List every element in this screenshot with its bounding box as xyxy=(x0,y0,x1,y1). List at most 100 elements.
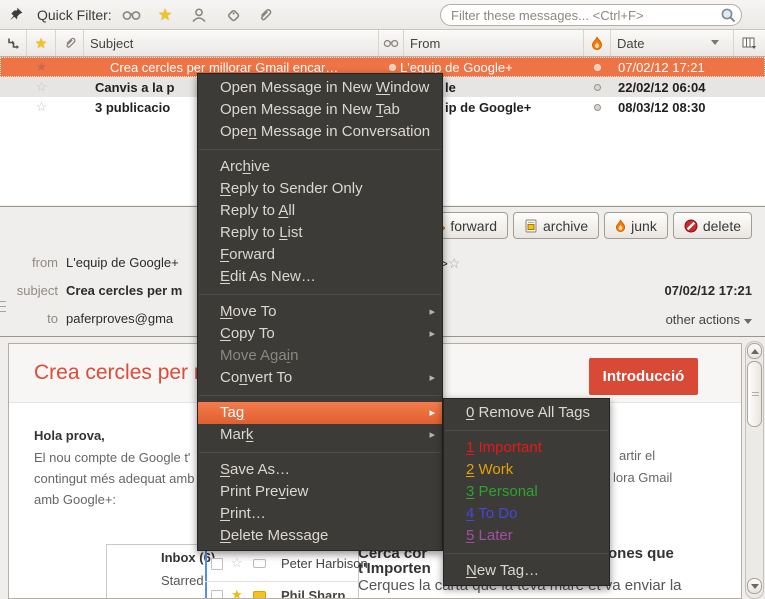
thread-column-headers: ★ Subject From Date xyxy=(0,30,765,57)
menu-item-reply-to-list[interactable]: Reply to List xyxy=(198,222,442,244)
menu-separator xyxy=(199,452,441,453)
thread-date: 07/02/12 17:21 xyxy=(618,60,705,75)
attachment-column-header[interactable] xyxy=(56,30,84,56)
scroll-down-button[interactable] xyxy=(747,578,762,594)
read-indicator-dot[interactable] xyxy=(389,64,396,71)
menu-item-5-later[interactable]: 5 Later xyxy=(444,525,609,547)
menu-item-open-message-in-conversation[interactable]: Open Message in Conversation xyxy=(198,121,442,143)
filter-contact-button[interactable] xyxy=(186,4,212,26)
menu-item-0-remove-all-tags[interactable]: 0 Remove All Tags xyxy=(444,402,609,424)
menu-item-reply-to-all[interactable]: Reply to All xyxy=(198,200,442,222)
email-title: Crea cercles per m xyxy=(34,361,211,385)
scroll-up-button[interactable] xyxy=(747,343,762,359)
star-column-header[interactable]: ★ xyxy=(27,30,56,56)
menu-item-edit-as-new[interactable]: Edit As New… xyxy=(198,266,442,288)
star-toggle-icon[interactable]: ★ xyxy=(27,59,56,75)
email-paragraph-line: amb Google+: xyxy=(34,492,116,507)
menu-item-move-again[interactable]: Move Again xyxy=(198,345,442,367)
read-column-header[interactable] xyxy=(379,30,404,56)
pin-icon[interactable] xyxy=(8,6,24,27)
pane-splitter-grip[interactable] xyxy=(0,299,6,313)
gmail-inbox-label: Inbox (6) xyxy=(161,550,215,565)
archive-button-label: archive xyxy=(543,218,588,234)
menu-item-save-as[interactable]: Save As… xyxy=(198,459,442,481)
thread-from: le xyxy=(445,80,585,95)
menu-item-archive[interactable]: Archive xyxy=(198,156,442,178)
filter-starred-button[interactable]: ★ xyxy=(152,4,178,26)
submenu-arrow-icon: ▸ xyxy=(429,301,435,323)
filter-attachment-button[interactable] xyxy=(252,4,278,26)
menu-item-4-to-do[interactable]: 4 To Do xyxy=(444,503,609,525)
thread-column-header[interactable] xyxy=(0,30,27,56)
thread-date: 08/03/12 08:30 xyxy=(618,100,705,115)
menu-item-copy-to[interactable]: Copy To▸ xyxy=(198,323,442,345)
subject-column-header[interactable]: Subject xyxy=(84,30,379,56)
menu-item-new-tag[interactable]: New Tag… xyxy=(444,560,609,582)
thread-date: 22/02/12 06:04 xyxy=(618,80,705,95)
star-toggle-icon[interactable]: ☆ xyxy=(27,99,56,115)
date-column-header[interactable]: Date xyxy=(611,30,734,56)
menu-item-tag[interactable]: Tag▸ xyxy=(198,402,442,424)
junk-indicator-dot[interactable] xyxy=(594,64,601,71)
star-icon: ★ xyxy=(35,35,48,52)
menu-item-2-work[interactable]: 2 Work xyxy=(444,459,609,481)
menu-separator xyxy=(445,553,608,554)
junk-indicator-dot[interactable] xyxy=(594,84,601,91)
search-icon[interactable] xyxy=(720,7,737,24)
filter-tags-button[interactable] xyxy=(220,4,246,26)
email-paragraph-line: contingut més adequat amb xyxy=(34,471,194,486)
junk-button[interactable]: junk xyxy=(604,212,668,239)
gmail-label-icon xyxy=(253,559,266,568)
other-actions-button[interactable]: other actions xyxy=(666,312,752,327)
menu-item-move-to[interactable]: Move To▸ xyxy=(198,301,442,323)
sort-descending-icon xyxy=(711,40,719,45)
menu-item-delete-message[interactable]: Delete Message xyxy=(198,525,442,547)
archive-button[interactable]: archive xyxy=(513,212,599,239)
junk-indicator-dot[interactable] xyxy=(594,104,601,111)
menu-item-convert-to[interactable]: Convert To▸ xyxy=(198,367,442,389)
flame-icon xyxy=(591,36,603,51)
menu-item-1-important[interactable]: 1 Important xyxy=(444,437,609,459)
filter-input[interactable] xyxy=(441,8,720,23)
scrollbar-thumb[interactable] xyxy=(747,361,762,427)
other-actions-label: other actions xyxy=(666,312,740,327)
menu-item-open-message-in-new-window[interactable]: Open Message in New Window xyxy=(198,77,442,99)
menu-item-3-personal[interactable]: 3 Personal xyxy=(444,481,609,503)
menu-item-mark[interactable]: Mark▸ xyxy=(198,424,442,446)
message-action-buttons: forward archive junk delete xyxy=(417,212,752,239)
column-picker-button[interactable] xyxy=(734,30,765,56)
delete-button[interactable]: delete xyxy=(673,212,752,239)
email-greeting: Hola prova, xyxy=(34,428,105,443)
junk-column-header[interactable] xyxy=(584,30,611,56)
menu-item-reply-to-sender-only[interactable]: Reply to Sender Only xyxy=(198,178,442,200)
star-toggle-icon[interactable]: ☆ xyxy=(27,79,56,95)
introduction-button[interactable]: Introducció xyxy=(589,358,698,395)
gmail-label-icon xyxy=(253,591,266,599)
delete-button-label: delete xyxy=(703,218,741,234)
quick-filter-label: Quick Filter: xyxy=(37,7,112,23)
junk-button-label: junk xyxy=(631,218,657,234)
from-column-label: From xyxy=(410,36,440,51)
email-paragraph-fragment: artir el xyxy=(619,448,655,463)
star-toggle-icon[interactable]: ☆ xyxy=(448,255,461,271)
filter-unread-button[interactable] xyxy=(118,4,144,26)
chevron-down-icon xyxy=(744,319,752,324)
tag-submenu: 0 Remove All Tags 1 Important2 Work3 Pers… xyxy=(443,398,610,586)
menu-item-print[interactable]: Print… xyxy=(198,503,442,525)
email-feature-heading-fragment: t'Importen xyxy=(358,560,431,577)
menu-item-open-message-in-new-tab[interactable]: Open Message in New Tab xyxy=(198,99,442,121)
gmail-starred-label: Starred xyxy=(161,573,204,588)
message-context-menu: Open Message in New WindowOpen Message i… xyxy=(197,73,443,551)
paperclip-icon xyxy=(257,7,273,23)
menu-separator xyxy=(199,395,441,396)
menu-separator xyxy=(199,294,441,295)
arrow-up-icon xyxy=(751,349,759,354)
menu-item-forward[interactable]: Forward xyxy=(198,244,442,266)
gmail-checkbox xyxy=(211,558,223,570)
menu-item-print-preview[interactable]: Print Preview xyxy=(198,481,442,503)
scrollbar-grip xyxy=(752,391,759,398)
column-picker-icon xyxy=(742,37,757,50)
from-column-header[interactable]: From xyxy=(404,30,584,56)
vertical-scrollbar[interactable] xyxy=(745,341,764,599)
menu-separator xyxy=(445,430,608,431)
